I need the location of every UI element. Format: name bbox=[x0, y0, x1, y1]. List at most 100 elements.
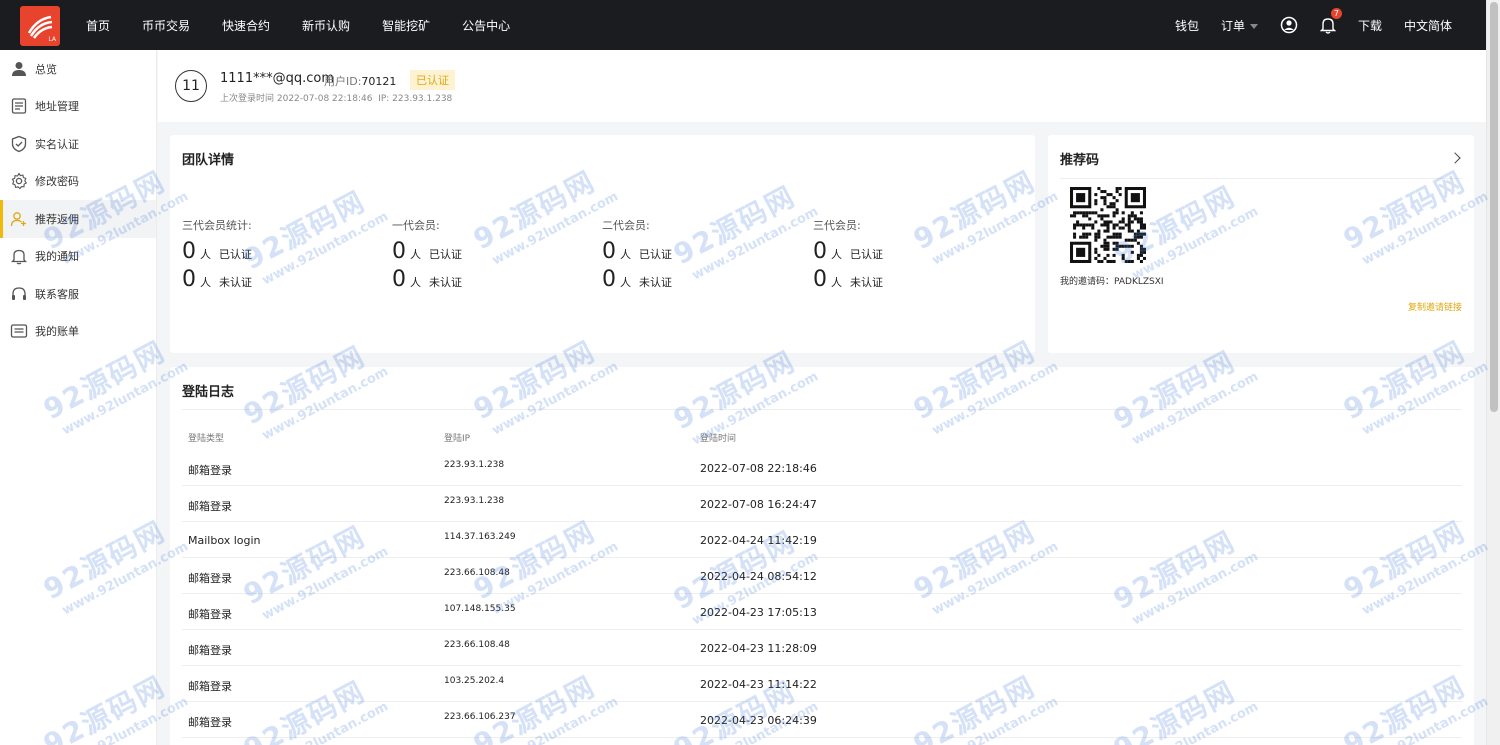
sidebar-item-support[interactable]: 联系客服 bbox=[0, 275, 156, 313]
unverified-count: 0 bbox=[602, 267, 616, 292]
verified-count: 0 bbox=[392, 239, 406, 264]
table-row: Mailbox login 114.37.163.249 2022-04-24 … bbox=[182, 522, 1462, 558]
sidebar-item-bills[interactable]: 我的账单 bbox=[0, 313, 156, 351]
user-email: 1111***@qq.com bbox=[220, 71, 334, 86]
sidebar-item-overview[interactable]: 总览 bbox=[0, 50, 156, 88]
login-time: 2022-04-23 06:24:39 bbox=[700, 714, 817, 727]
nav-announcements[interactable]: 公告中心 bbox=[462, 17, 510, 34]
sidebar-item-label: 实名认证 bbox=[35, 137, 79, 151]
chevron-right-icon[interactable] bbox=[1449, 152, 1461, 164]
stat-label: 三代会员统计: bbox=[182, 219, 252, 232]
login-ip: 223.93.1.238 bbox=[444, 460, 505, 470]
scrollbar-thumb[interactable] bbox=[1490, 2, 1498, 412]
sidebar-item-notifications[interactable]: 我的通知 bbox=[0, 238, 156, 276]
table-row: 邮箱登录 223.93.1.238 2022-07-08 16:24:47 bbox=[182, 486, 1462, 522]
nav-right: 钱包 订单 7 下载 中文简体 bbox=[1153, 0, 1452, 50]
login-ip: 107.148.155.35 bbox=[444, 604, 516, 614]
unverified-label: 未认证 bbox=[429, 276, 462, 289]
unit-label: 人 bbox=[410, 248, 421, 261]
sidebar-item-label: 地址管理 bbox=[35, 100, 79, 114]
unit-label: 人 bbox=[831, 276, 842, 289]
last-login-info: 上次登录时间 2022-07-08 22:18:46 IP: 223.93.1.… bbox=[220, 91, 452, 104]
sidebar-item-kyc[interactable]: 实名认证 bbox=[0, 125, 156, 163]
login-time: 2022-04-24 11:42:19 bbox=[700, 534, 817, 547]
login-ip: 223.66.106.237 bbox=[444, 712, 516, 722]
sidebar-item-label: 我的账单 bbox=[35, 325, 79, 339]
sidebar-item-address[interactable]: 地址管理 bbox=[0, 88, 156, 126]
sidebar-item-label: 联系客服 bbox=[35, 287, 79, 301]
account-circle-icon bbox=[1280, 16, 1298, 34]
sidebar-item-label: 总览 bbox=[35, 62, 57, 76]
login-type: 邮箱登录 bbox=[188, 608, 232, 621]
login-type: 邮箱登录 bbox=[188, 680, 232, 693]
page-scrollbar[interactable] bbox=[1486, 0, 1500, 745]
headset-icon bbox=[12, 287, 26, 300]
copy-invite-link-button[interactable]: 复制邀请链接 bbox=[1408, 300, 1462, 313]
avatar[interactable]: 11 bbox=[175, 70, 207, 102]
login-ip: 114.37.163.249 bbox=[444, 532, 516, 542]
login-time: 2022-04-23 11:28:09 bbox=[700, 642, 817, 655]
sidebar-item-label: 推荐返佣 bbox=[35, 212, 79, 226]
last-login-ip: IP: 223.93.1.238 bbox=[378, 94, 453, 104]
nav-spot-trading[interactable]: 币币交易 bbox=[142, 17, 190, 34]
unit-label: 人 bbox=[831, 248, 842, 261]
table-row: 邮箱登录 223.66.108.48 2022-04-23 11:28:09 bbox=[182, 630, 1462, 666]
team-details-card: 团队详情 三代会员统计: 0 人已认证 0 人未认证 一代会员: 0 人已认证 0人未… bbox=[170, 135, 1035, 353]
unit-label: 人 bbox=[200, 276, 211, 289]
invite-code: 我的邀请码：PADKLZSXI bbox=[1060, 277, 1164, 287]
notifications-button[interactable]: 7 bbox=[1319, 8, 1342, 34]
nav-smart-mining[interactable]: 智能挖矿 bbox=[382, 17, 430, 34]
shield-icon bbox=[11, 135, 27, 152]
verified-count: 0 bbox=[813, 239, 827, 264]
last-login-time: 上次登录时间 2022-07-08 22:18:46 bbox=[220, 94, 373, 104]
stat-label: 三代会员: bbox=[813, 219, 861, 232]
main-nav: 首页 币币交易 快速合约 新币认购 智能挖矿 公告中心 bbox=[86, 0, 542, 50]
add-user-icon bbox=[10, 211, 26, 226]
download-link[interactable]: 下载 bbox=[1358, 17, 1382, 34]
login-time: 2022-07-08 16:24:47 bbox=[700, 498, 817, 511]
table-row: 邮箱登录 223.93.1.238 2022-07-08 22:18:46 bbox=[182, 450, 1462, 486]
qr-code bbox=[1070, 187, 1146, 263]
sidebar-item-password[interactable]: 修改密码 bbox=[0, 163, 156, 201]
team-stat-gen3: 三代会员: 0 人已认证 0 人未认证 bbox=[813, 217, 883, 292]
login-ip: 223.93.1.238 bbox=[444, 496, 505, 506]
login-ip: 103.25.202.4 bbox=[444, 676, 505, 686]
nav-quick-contract[interactable]: 快速合约 bbox=[222, 17, 270, 34]
wallet-link[interactable]: 钱包 bbox=[1175, 17, 1199, 34]
referral-code-card: 推荐码 我的邀请码：PADKLZSXI 复制邀请链接 bbox=[1048, 135, 1474, 353]
login-type: 邮箱登录 bbox=[188, 644, 232, 657]
top-navbar: LA 首页 币币交易 快速合约 新币认购 智能挖矿 公告中心 钱包 订单 7 下… bbox=[0, 0, 1500, 50]
user-id: 用户ID:70121 bbox=[324, 73, 396, 89]
unit-label: 人 bbox=[620, 276, 631, 289]
nav-home[interactable]: 首页 bbox=[86, 17, 110, 34]
sidebar-item-referral[interactable]: 推荐返佣 bbox=[0, 200, 156, 238]
login-time: 2022-04-23 17:05:13 bbox=[700, 606, 817, 619]
table-row: 邮箱登录 223.66.108.48 2022-04-24 08:54:12 bbox=[182, 558, 1462, 594]
unverified-label: 未认证 bbox=[639, 276, 672, 289]
table-row: 邮箱登录 103.25.202.4 2022-04-23 11:14:22 bbox=[182, 666, 1462, 702]
user-icon bbox=[12, 61, 26, 76]
account-button[interactable] bbox=[1280, 16, 1298, 34]
unverified-label: 未认证 bbox=[219, 276, 252, 289]
status-badge: 已认证 bbox=[410, 70, 455, 90]
login-type: 邮箱登录 bbox=[188, 572, 232, 585]
language-selector[interactable]: 中文简体 bbox=[1404, 17, 1452, 34]
team-stat-gen1: 一代会员: 0 人已认证 0 人未认证 bbox=[392, 217, 462, 292]
sidebar: 总览 地址管理 实名认证 修改密码 推荐返佣 我的通知 联系客服 我的账单 bbox=[0, 50, 157, 745]
login-time: 2022-07-08 22:18:46 bbox=[700, 462, 817, 475]
orders-dropdown[interactable]: 订单 bbox=[1221, 17, 1258, 34]
login-type: 邮箱登录 bbox=[188, 716, 232, 729]
login-type: 邮箱登录 bbox=[188, 500, 232, 513]
bell-icon bbox=[1319, 18, 1336, 34]
nav-new-coin-subscription[interactable]: 新币认购 bbox=[302, 17, 350, 34]
brand-logo[interactable]: LA bbox=[20, 6, 60, 46]
team-stat-gen2: 二代会员: 0 人已认证 0 人未认证 bbox=[602, 217, 672, 292]
verified-label: 已认证 bbox=[429, 248, 462, 261]
verified-count: 0 bbox=[182, 239, 196, 264]
card-title: 团队详情 bbox=[182, 153, 235, 168]
unverified-count: 0 bbox=[392, 267, 406, 292]
column-header-ip: 登陆IP bbox=[444, 434, 471, 444]
gear-icon bbox=[11, 172, 28, 190]
user-id-value: 70121 bbox=[361, 75, 397, 88]
divider bbox=[1060, 178, 1462, 179]
